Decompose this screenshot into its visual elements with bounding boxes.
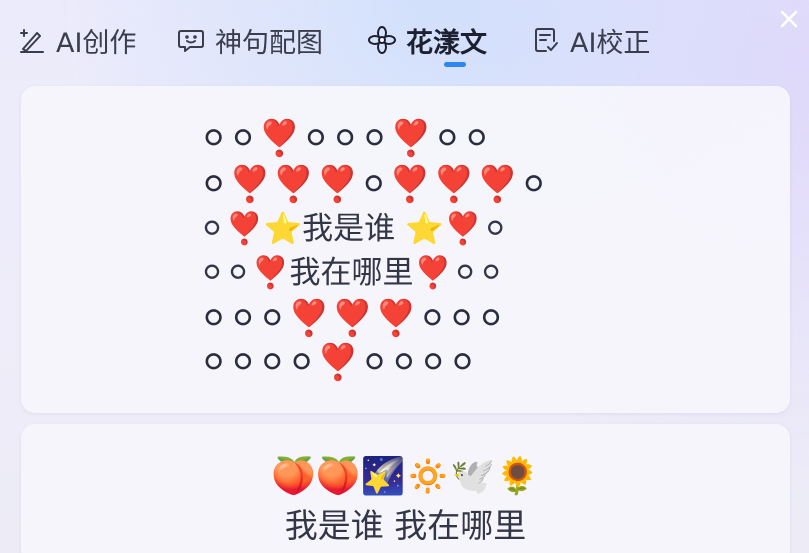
tab-label: 花漾文	[406, 27, 487, 59]
tab-flower-text[interactable]: 花漾文	[367, 20, 487, 60]
tab-label: 神句配图	[215, 27, 323, 59]
art-row: ⚪⚪❣️我在哪里❣️⚪⚪	[199, 255, 505, 291]
tab-label: AI校正	[570, 27, 651, 59]
close-button[interactable]	[773, 3, 805, 35]
chat-bubble-smile-icon	[176, 25, 206, 55]
art-row: ⚪⚪⚪⚪❣️⚪⚪⚪⚪	[199, 343, 478, 383]
art-row: ⚪⚪❣️⚪⚪⚪❣️⚪⚪	[199, 119, 492, 159]
tab-label: AI创作	[56, 27, 137, 59]
result-card-heart-art[interactable]: ⚪⚪❣️⚪⚪⚪❣️⚪⚪ ⚪❣️❣️❣️⚪❣️❣️❣️⚪ ⚪❣️⭐我是谁 ⭐❣️⚪…	[21, 86, 790, 413]
tab-ai-create[interactable]: AI创作	[17, 20, 136, 60]
art-row: ⚪❣️❣️❣️⚪❣️❣️❣️⚪	[199, 165, 549, 205]
tab-quote-image[interactable]: 神句配图	[176, 20, 323, 60]
document-check-icon	[531, 25, 561, 55]
art-row: ⚪❣️⭐我是谁 ⭐❣️⚪	[199, 211, 509, 247]
active-tab-indicator	[444, 62, 466, 67]
result-card-emoji-text[interactable]: 🍑🍑🌠🔅🕊️🌻 我是谁 我在哪里	[21, 424, 790, 553]
tab-ai-proofread[interactable]: AI校正	[531, 20, 650, 60]
close-icon	[779, 9, 799, 29]
pen-sparkle-icon	[17, 25, 47, 55]
emoji-line: 🍑🍑🌠🔅🕊️🌻	[271, 456, 540, 497]
tab-bar: AI创作 神句配图 花漾文 AI校正	[0, 0, 809, 82]
styled-text: 我是谁 我在哪里	[284, 506, 527, 545]
art-row: ⚪⚪⚪❣️❣️❣️⚪⚪⚪	[199, 299, 506, 339]
flower-icon	[367, 25, 397, 55]
